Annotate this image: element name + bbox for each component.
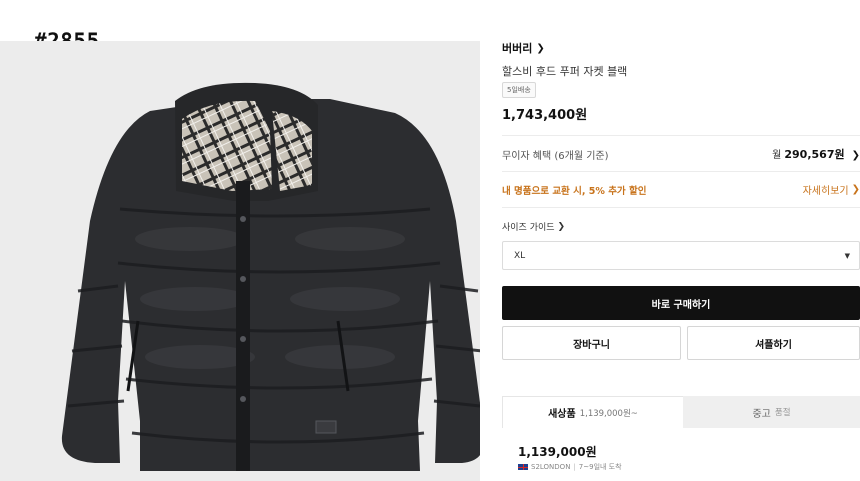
offer-meta: S2LONDON | 7~9일내 도착	[518, 462, 622, 472]
condition-tabs: 새상품 1,139,000원~ 중고 품절	[502, 396, 860, 428]
brand-name: 버버리	[502, 42, 533, 55]
exchange-details-label: 자세히보기	[802, 186, 849, 197]
chevron-right-icon: ❯	[557, 221, 566, 232]
product-image[interactable]	[0, 41, 480, 481]
delivery-estimate: 7~9일내 도착	[578, 463, 622, 471]
installment-prefix: 월	[772, 150, 782, 161]
installment-amount: 290,567원	[784, 148, 845, 161]
divider	[502, 207, 860, 208]
tab-used[interactable]: 중고 품절	[683, 396, 860, 428]
brand-link[interactable]: 버버리 ❯	[502, 40, 545, 56]
jacket-illustration	[0, 41, 480, 481]
shuffle-button[interactable]: 셔플하기	[687, 326, 860, 360]
chevron-right-icon: ❯	[851, 150, 860, 161]
exchange-row: 내 명품으로 교환 시, 5% 추가 할인 자세히보기 ❯	[502, 182, 860, 197]
exchange-promo-text: 내 명품으로 교환 시, 5% 추가 할인	[502, 185, 647, 197]
installment-row[interactable]: 무이자 혜택 (6개월 기준) 월 290,567원 ❯	[502, 146, 860, 162]
uk-flag-icon	[518, 464, 528, 470]
seller-name: S2LONDON	[531, 463, 571, 471]
size-guide-link[interactable]: 사이즈 가이드 ❯	[502, 220, 566, 234]
installment-value: 월 290,567원 ❯	[772, 146, 860, 162]
caret-down-icon: ▼	[844, 251, 850, 260]
size-guide-label: 사이즈 가이드	[502, 223, 555, 233]
buy-now-button[interactable]: 바로 구매하기	[502, 286, 860, 320]
size-select-value: XL	[514, 250, 526, 261]
divider	[502, 135, 860, 136]
product-title: 할스비 후드 푸퍼 자켓 블랙	[502, 65, 628, 78]
shipping-badge: 5일배송	[502, 82, 536, 98]
product-info-panel: 버버리 ❯ 할스비 후드 푸퍼 자켓 블랙 5일배송 1,743,400원 무이…	[502, 0, 860, 481]
size-select[interactable]: XL ▼	[502, 241, 860, 270]
tab-new[interactable]: 새상품 1,139,000원~	[502, 396, 683, 428]
tab-used-status: 품절	[774, 408, 791, 418]
exchange-details-link[interactable]: 자세히보기 ❯	[803, 182, 860, 197]
chevron-right-icon: ❯	[536, 42, 545, 54]
offer-price: 1,139,000원	[518, 445, 597, 459]
tab-new-price: 1,139,000원~	[579, 408, 638, 419]
divider	[502, 171, 860, 172]
add-to-cart-button[interactable]: 장바구니	[502, 326, 681, 360]
product-price: 1,743,400원	[502, 108, 588, 123]
tab-new-label: 새상품	[548, 409, 576, 420]
separator: |	[573, 463, 576, 471]
chevron-right-icon: ❯	[851, 184, 860, 195]
tab-used-label: 중고	[752, 408, 771, 420]
installment-label: 무이자 혜택 (6개월 기준)	[502, 150, 609, 162]
